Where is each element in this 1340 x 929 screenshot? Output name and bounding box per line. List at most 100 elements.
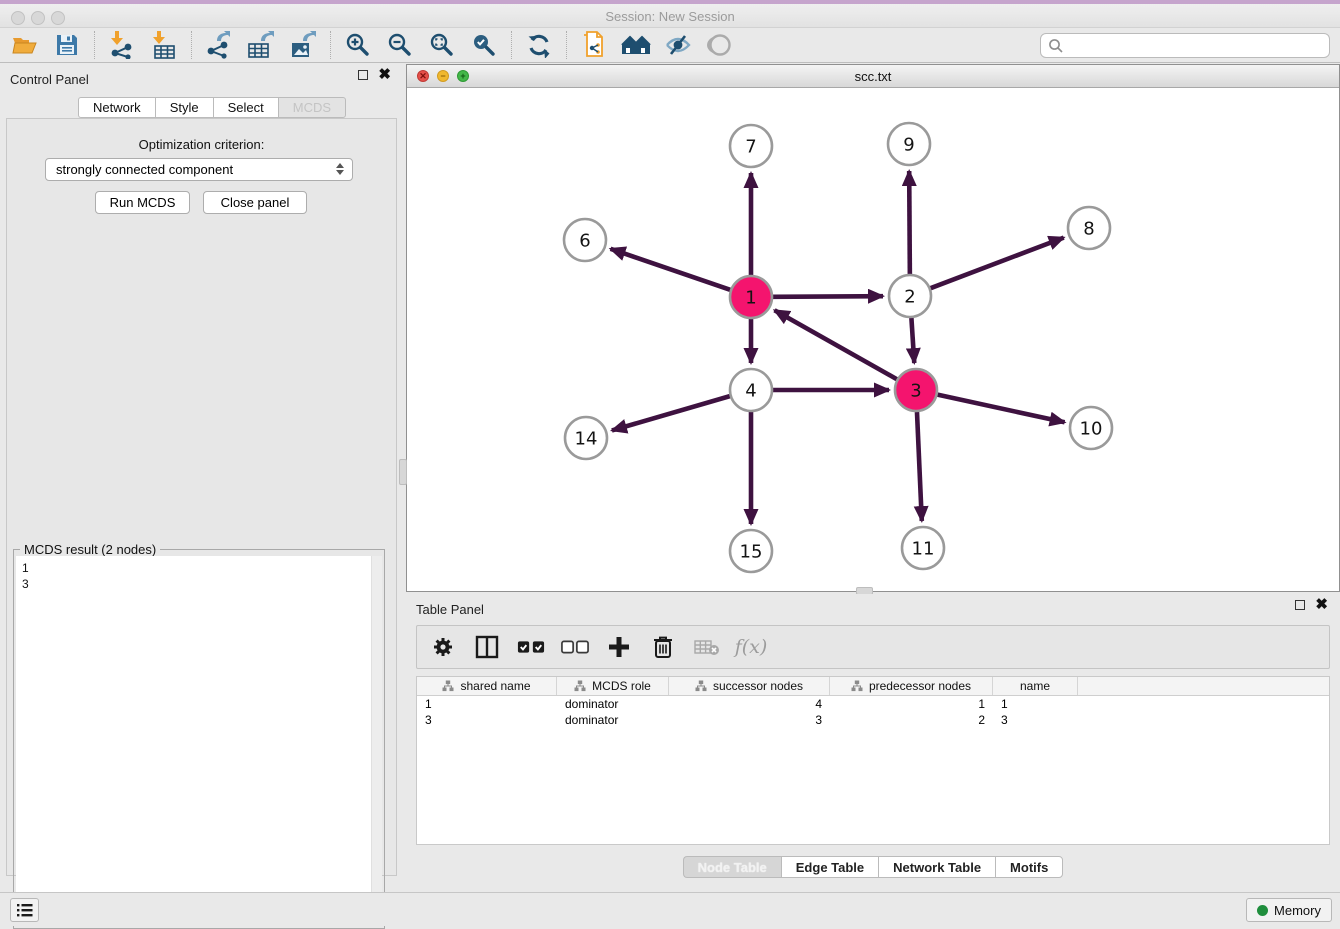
tab-network-table[interactable]: Network Table [878, 856, 995, 878]
zoom-out-icon[interactable] [383, 30, 417, 60]
network-view-window: ✕ − + scc.txt 1234678910111415 [406, 64, 1340, 592]
export-image-icon[interactable] [286, 30, 320, 60]
graph-edge-4-14[interactable] [612, 396, 730, 430]
search-icon [1047, 37, 1065, 55]
network-window-titlebar: ✕ − + scc.txt [407, 65, 1339, 88]
mcds-result-textarea[interactable]: 1 3 [16, 556, 382, 926]
graph-node-label: 4 [745, 380, 756, 401]
cell-shared-name: 3 [417, 713, 557, 727]
close-panel-button[interactable]: Close panel [203, 191, 307, 214]
toolbar-separator [511, 31, 512, 59]
table-row[interactable]: 1 dominator 4 1 1 [417, 696, 1329, 712]
table-toolbar: f(x) [416, 625, 1330, 669]
graph-node-label: 11 [912, 538, 935, 559]
clone-network-icon[interactable] [577, 30, 611, 60]
graph-edge-3-10[interactable] [937, 395, 1064, 423]
graph-node-label: 6 [579, 230, 590, 251]
export-table-icon[interactable] [244, 30, 278, 60]
toolbar-separator [191, 31, 192, 59]
criterion-select[interactable]: strongly connected component [45, 158, 353, 181]
column-header-name[interactable]: name [993, 677, 1078, 695]
refresh-view-icon[interactable] [522, 30, 556, 60]
tab-network[interactable]: Network [78, 97, 155, 118]
node-table-header: shared name MCDS role successor nodes pr… [417, 677, 1329, 696]
hierarchy-icon [574, 680, 586, 692]
tab-style[interactable]: Style [155, 97, 213, 118]
network-graph[interactable]: 1234678910111415 [407, 88, 1339, 591]
memory-button[interactable]: Memory [1246, 898, 1332, 922]
hide-eye-icon[interactable] [661, 30, 695, 60]
application-window: Session: New Session [0, 0, 1340, 926]
table-row[interactable]: 3 dominator 3 2 3 [417, 712, 1329, 728]
column-header-mcds-role[interactable]: MCDS role [557, 677, 669, 695]
import-network-icon[interactable] [105, 30, 139, 60]
graph-edge-2-9[interactable] [909, 171, 910, 274]
column-label: name [1020, 679, 1050, 693]
column-header-predecessor-nodes[interactable]: predecessor nodes [830, 677, 993, 695]
graph-edge-1-6[interactable] [611, 249, 731, 290]
graph-edge-2-8[interactable] [931, 238, 1064, 289]
graph-edge-3-1[interactable] [775, 310, 897, 379]
mcds-result-title: MCDS result (2 nodes) [20, 542, 160, 557]
mcds-result-group: MCDS result (2 nodes) 1 3 [13, 549, 385, 929]
zoom-fit-icon[interactable] [425, 30, 459, 60]
column-label: shared name [460, 679, 530, 693]
select-all-icon[interactable] [517, 633, 545, 661]
graph-edge-2-3[interactable] [911, 318, 914, 363]
zoom-in-icon[interactable] [341, 30, 375, 60]
hierarchy-icon [851, 680, 863, 692]
open-session-icon[interactable] [8, 30, 42, 60]
cell-mcds-role: dominator [557, 697, 669, 711]
home-icon[interactable] [619, 30, 653, 60]
graph-node-label: 1 [745, 287, 756, 308]
export-network-icon[interactable] [202, 30, 236, 60]
column-header-successor-nodes[interactable]: successor nodes [669, 677, 830, 695]
function-builder-icon: f(x) [737, 633, 765, 661]
graph-node-label: 8 [1083, 218, 1094, 239]
zoom-selected-icon[interactable] [467, 30, 501, 60]
tab-mcds[interactable]: MCDS [278, 97, 346, 118]
graph-edge-1-2[interactable] [773, 296, 883, 297]
run-mcds-button[interactable]: Run MCDS [95, 191, 190, 214]
network-canvas[interactable]: 1234678910111415 [407, 88, 1339, 591]
cell-shared-name: 1 [417, 697, 557, 711]
column-header-shared-name[interactable]: shared name [417, 677, 557, 695]
show-columns-icon[interactable] [473, 633, 501, 661]
list-icon [16, 902, 34, 918]
result-scrollbar[interactable] [371, 556, 382, 926]
close-panel-icon[interactable]: ✖ [378, 70, 391, 80]
tab-select[interactable]: Select [213, 97, 278, 118]
optimization-criterion-label: Optimization criterion: [7, 137, 396, 152]
toolbar-separator [566, 31, 567, 59]
graph-node-label: 3 [910, 380, 921, 401]
tab-edge-table[interactable]: Edge Table [781, 856, 878, 878]
save-session-icon[interactable] [50, 30, 84, 60]
add-column-icon[interactable] [605, 633, 633, 661]
node-table[interactable]: shared name MCDS role successor nodes pr… [416, 676, 1330, 845]
memory-label: Memory [1274, 903, 1321, 918]
main-toolbar [0, 28, 1340, 63]
settings-gear-icon[interactable] [429, 633, 457, 661]
mcds-panel-body: Optimization criterion: strongly connect… [6, 118, 397, 876]
tab-node-table[interactable]: Node Table [683, 856, 781, 878]
cell-successor-nodes: 3 [669, 713, 830, 727]
column-label: predecessor nodes [869, 679, 971, 693]
control-panel-title: Control Panel [10, 72, 89, 87]
close-table-panel-icon[interactable]: ✖ [1315, 600, 1328, 610]
import-table-icon[interactable] [147, 30, 181, 60]
show-eye-icon[interactable] [703, 30, 737, 60]
table-panel: Table Panel ✖ [406, 594, 1340, 884]
panel-splitter-handle[interactable] [399, 459, 407, 485]
task-history-button[interactable] [10, 898, 39, 922]
float-table-panel-icon[interactable] [1295, 600, 1305, 610]
tab-motifs[interactable]: Motifs [995, 856, 1063, 878]
table-panel-tabs: Node Table Edge Table Network Table Moti… [406, 856, 1340, 878]
search-input[interactable] [1065, 36, 1329, 56]
graph-node-label: 2 [904, 286, 915, 307]
float-panel-icon[interactable] [358, 70, 368, 80]
status-bar: Memory [0, 892, 1340, 926]
graph-edge-3-11[interactable] [917, 412, 922, 521]
network-window-title: scc.txt [407, 69, 1339, 84]
delete-columns-trash-icon[interactable] [649, 633, 677, 661]
deselect-all-icon[interactable] [561, 633, 589, 661]
